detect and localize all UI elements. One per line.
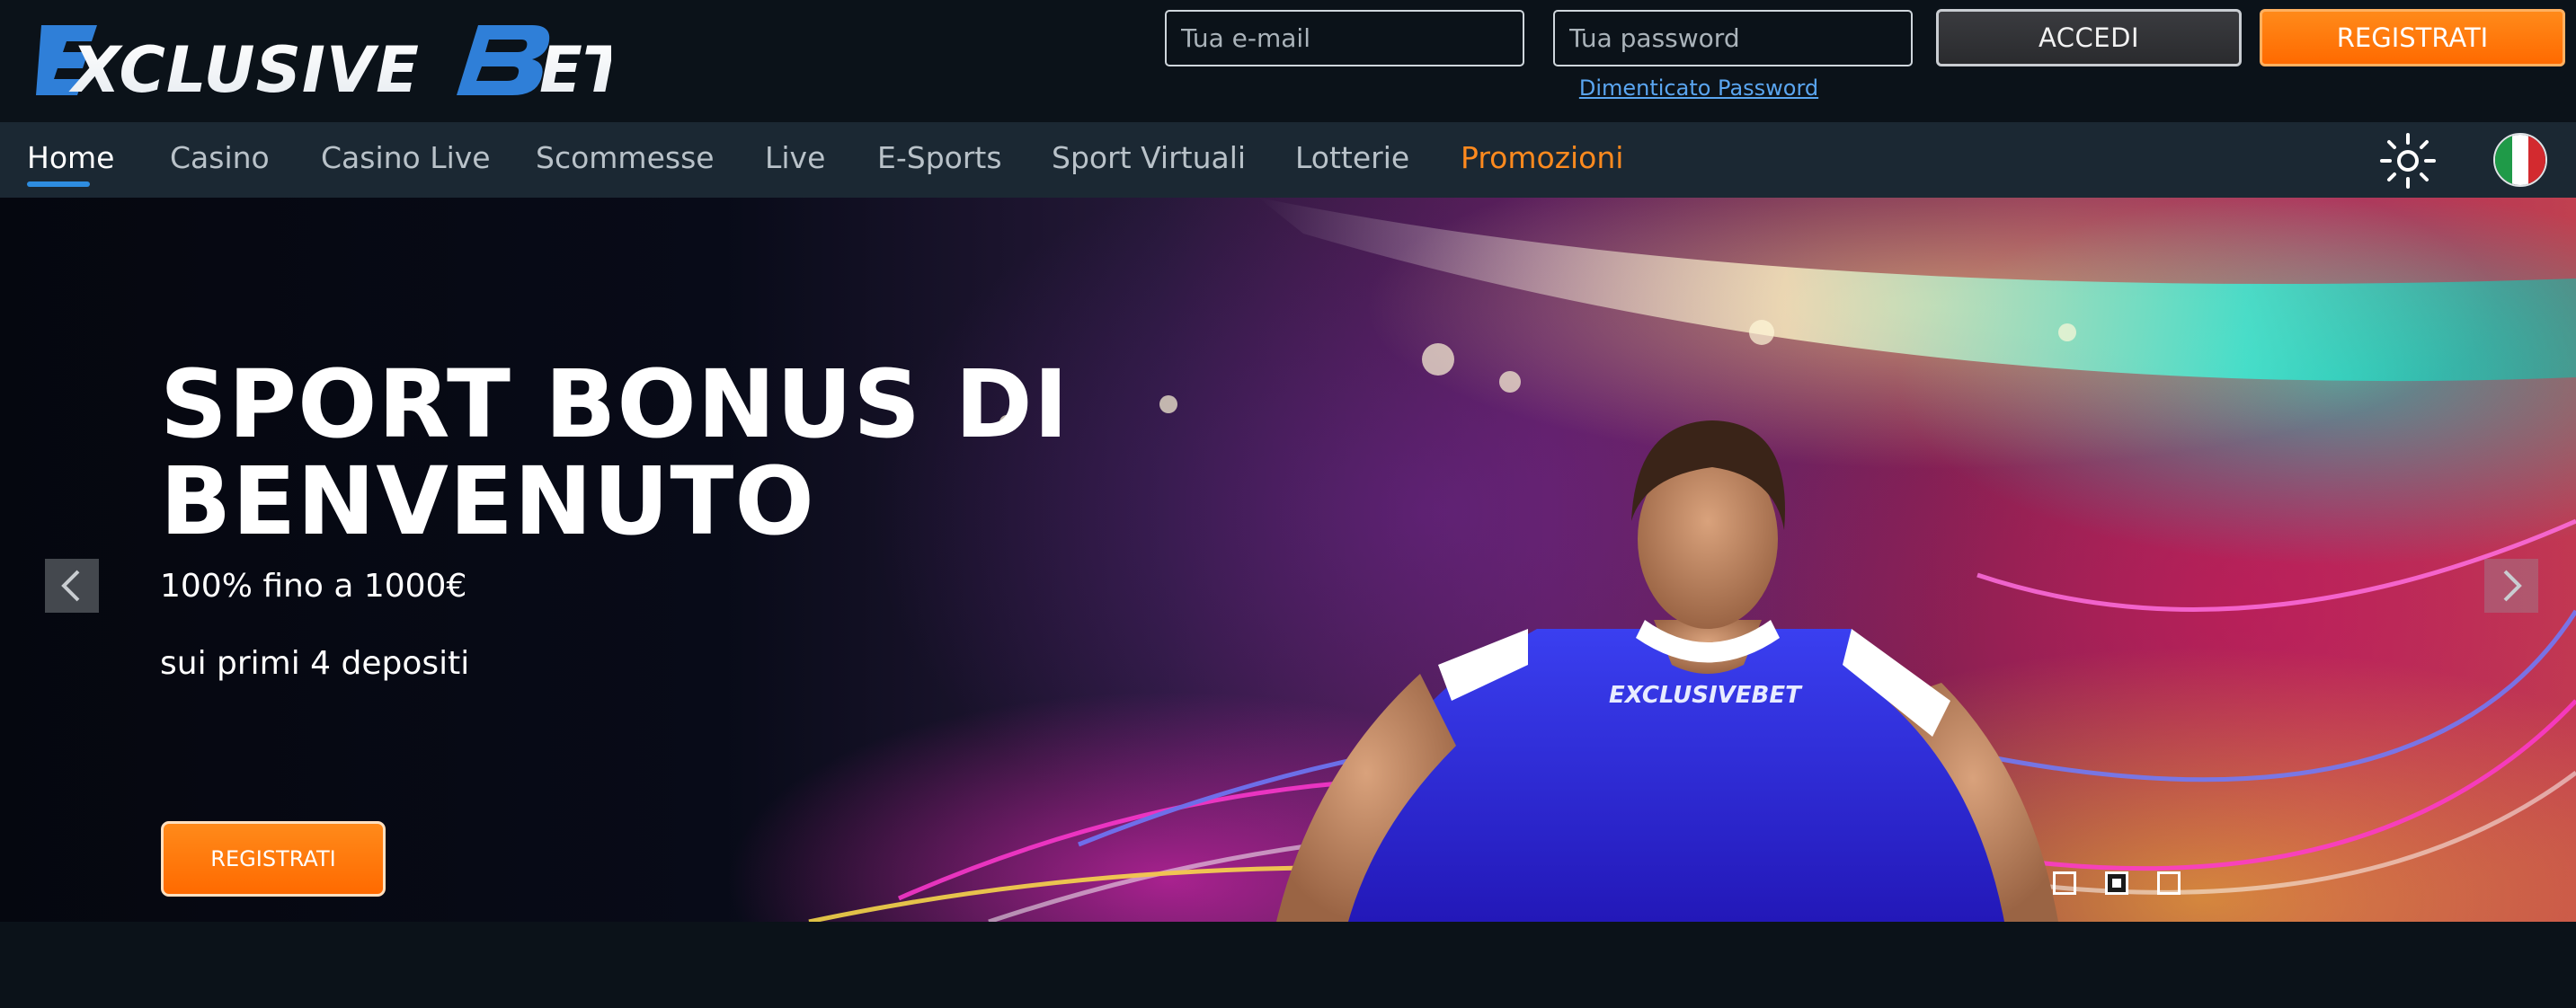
email-field[interactable] <box>1165 10 1524 66</box>
hero-subtitle-amount: 100% fino a 1000€ <box>160 568 467 605</box>
hero-register-button[interactable]: REGISTRATI <box>161 821 386 897</box>
nav-item-home[interactable]: Home <box>27 140 114 180</box>
nav-item-casino[interactable]: Casino <box>170 140 270 180</box>
carousel-dot-1[interactable] <box>2053 871 2076 895</box>
top-bar: XCLUSIVE ET Dimenticato Password ACCEDI … <box>0 0 2576 122</box>
sun-icon[interactable] <box>2380 133 2436 189</box>
nav-item-esports[interactable]: E-Sports <box>877 140 1002 180</box>
nav-item-casino-live[interactable]: Casino Live <box>321 140 491 180</box>
forgot-password-link[interactable]: Dimenticato Password <box>1564 75 1834 101</box>
logo-text-left: XCLUSIVE <box>68 33 420 97</box>
nav-item-live[interactable]: Live <box>765 140 825 180</box>
logo-text-right: ET <box>539 33 611 97</box>
password-field[interactable] <box>1553 10 1913 66</box>
content-area <box>0 922 2576 1008</box>
nav-item-scommesse[interactable]: Scommesse <box>536 140 715 180</box>
nav-item-sport-virtuali[interactable]: Sport Virtuali <box>1052 140 1246 180</box>
carousel-prev-button[interactable] <box>45 559 99 613</box>
carousel-dot-3[interactable] <box>2157 871 2181 895</box>
main-nav: Home Casino Casino Live Scommesse Live E… <box>0 122 2576 198</box>
chevron-right-icon <box>2503 570 2522 602</box>
hero-title: SPORT BONUS DI BENVENUTO <box>160 349 1070 556</box>
register-button[interactable]: REGISTRATI <box>2260 9 2565 66</box>
nav-item-lotterie[interactable]: Lotterie <box>1295 140 1409 180</box>
nav-item-promozioni[interactable]: Promozioni <box>1461 140 1623 180</box>
hero-banner[interactable]: EXCLUSIVEBET SPORT BONUS DI BENVENUTO 10… <box>0 198 2576 922</box>
login-button[interactable]: ACCEDI <box>1936 9 2242 66</box>
carousel-next-button[interactable] <box>2484 559 2538 613</box>
jersey-logo-text: EXCLUSIVEBET <box>1609 682 1803 709</box>
carousel-dot-2[interactable] <box>2105 871 2128 895</box>
nav-active-indicator <box>27 181 90 187</box>
chevron-left-icon <box>61 570 80 602</box>
brand-logo[interactable]: XCLUSIVE ET <box>36 20 611 97</box>
hero-background-art: EXCLUSIVEBET <box>808 198 2576 922</box>
italian-flag-icon[interactable] <box>2493 133 2547 187</box>
hero-subtitle-deposits: sui primi 4 depositi <box>160 645 470 682</box>
